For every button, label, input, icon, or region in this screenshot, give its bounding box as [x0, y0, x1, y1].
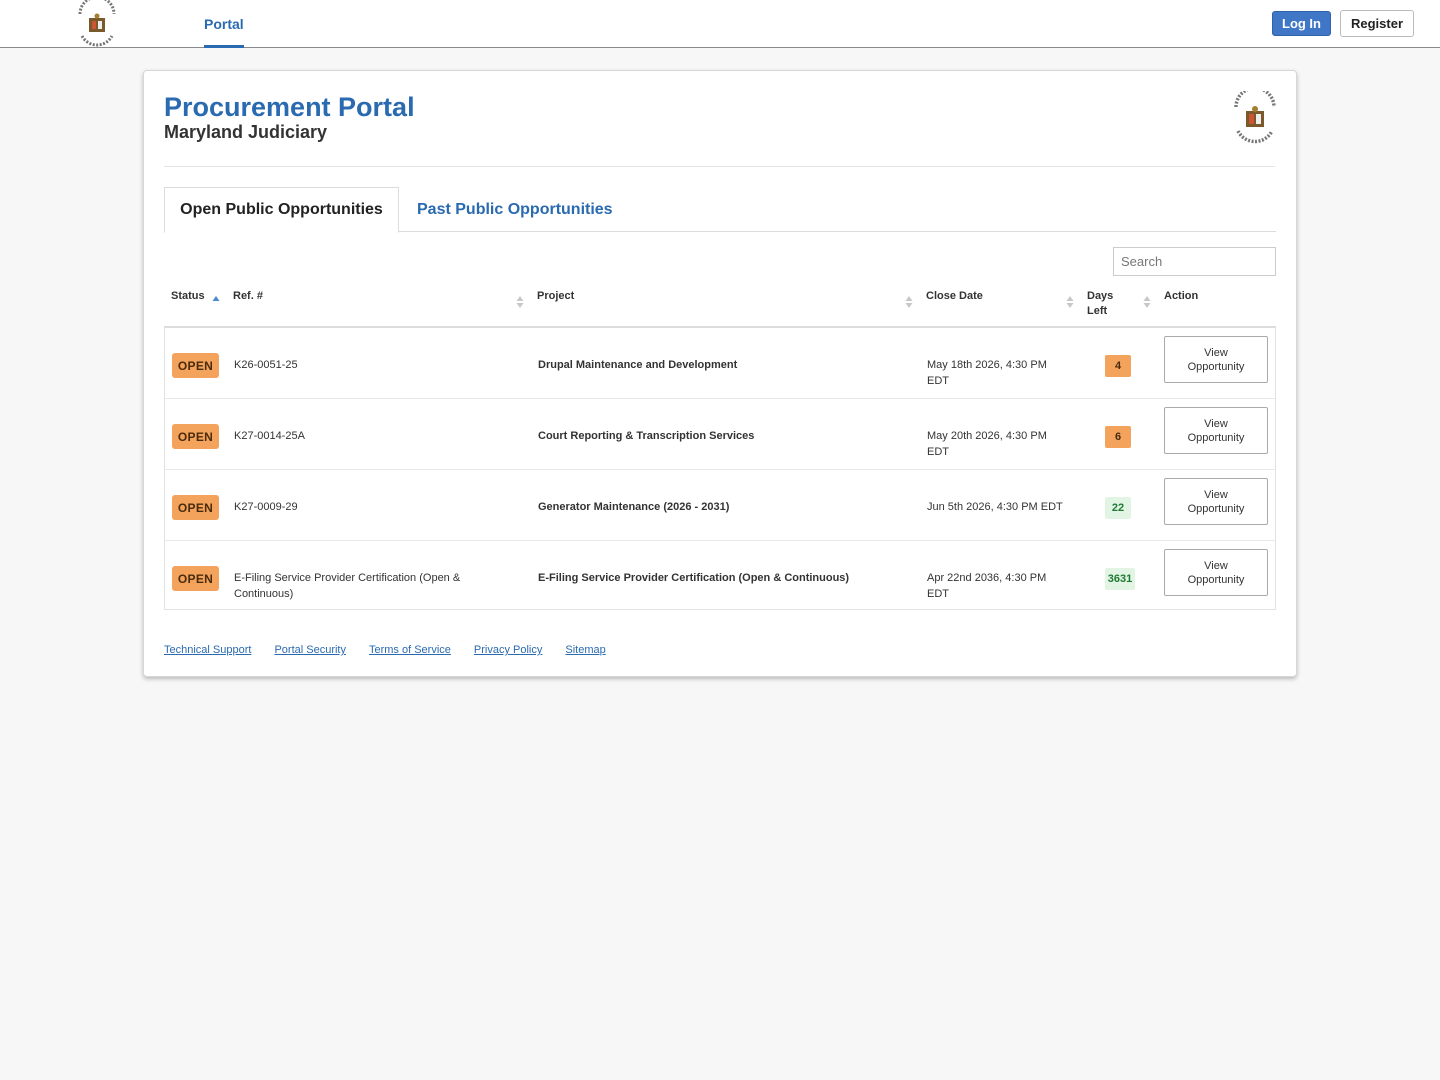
status-badge: OPEN: [172, 353, 219, 378]
sort-ascending-icon[interactable]: [212, 293, 220, 305]
sort-icon[interactable]: [1066, 296, 1074, 308]
status-badge: OPEN: [172, 495, 219, 520]
view-opportunity-button[interactable]: View Opportunity: [1164, 407, 1268, 454]
sort-icon[interactable]: [1143, 296, 1151, 308]
view-opportunity-button[interactable]: View Opportunity: [1164, 549, 1268, 596]
project-name: E-Filing Service Provider Certification …: [538, 572, 850, 584]
search-input[interactable]: [1113, 247, 1276, 276]
register-button[interactable]: Register: [1340, 10, 1414, 37]
close-date: May 18th 2026, 4:30 PM EDT: [927, 359, 1047, 387]
footer-link-technical-support[interactable]: Technical Support: [164, 644, 251, 656]
footer-link-privacy-policy[interactable]: Privacy Policy: [474, 644, 542, 656]
days-left-badge: 3631: [1105, 568, 1135, 590]
login-button[interactable]: Log In: [1272, 11, 1331, 36]
column-header-ref[interactable]: Ref. #: [233, 289, 263, 304]
header-divider: [164, 166, 1275, 167]
nav-tab-portal[interactable]: Portal: [204, 0, 244, 48]
footer-link-portal-security[interactable]: Portal Security: [274, 644, 346, 656]
top-nav: Portal Log In Register: [0, 0, 1440, 48]
table-row: OPEN E-Filing Service Provider Certifica…: [165, 540, 1275, 611]
days-left-badge: 4: [1105, 355, 1131, 377]
view-opportunity-button[interactable]: View Opportunity: [1164, 336, 1268, 383]
column-header-status[interactable]: Status: [171, 289, 205, 304]
project-name: Generator Maintenance (2026 - 2031): [538, 501, 730, 513]
column-header-days-left[interactable]: Days Left: [1087, 289, 1123, 319]
ref-number: K27-0009-29: [234, 501, 298, 513]
maryland-judiciary-seal-icon[interactable]: [74, 0, 120, 48]
ref-number: K26-0051-25: [234, 359, 298, 371]
page-title: Procurement Portal: [164, 92, 415, 122]
nav-tab-label: Portal: [204, 16, 244, 32]
page-subtitle: Maryland Judiciary: [164, 122, 328, 142]
project-name: Drupal Maintenance and Development: [538, 359, 738, 371]
view-opportunity-button[interactable]: View Opportunity: [1164, 478, 1268, 525]
tab-open-public-opportunities[interactable]: Open Public Opportunities: [164, 187, 399, 233]
table-row: OPEN K26-0051-25 Drupal Maintenance and …: [165, 328, 1275, 399]
footer-links: Technical Support Portal Security Terms …: [164, 644, 606, 656]
footer-link-sitemap[interactable]: Sitemap: [565, 644, 605, 656]
sort-icon[interactable]: [905, 296, 913, 308]
sort-icon[interactable]: [516, 296, 524, 308]
opportunities-table-body: OPEN K26-0051-25 Drupal Maintenance and …: [164, 328, 1276, 610]
column-header-project[interactable]: Project: [537, 289, 574, 304]
close-date: Apr 22nd 2036, 4:30 PM EDT: [927, 572, 1047, 600]
nav-tab-underline: [204, 45, 244, 48]
close-date: Jun 5th 2026, 4:30 PM EDT: [927, 501, 1063, 513]
column-header-close-date[interactable]: Close Date: [926, 289, 983, 304]
maryland-judiciary-seal-icon: [1234, 91, 1276, 144]
footer-link-terms-of-service[interactable]: Terms of Service: [369, 644, 451, 656]
days-left-badge: 6: [1105, 426, 1131, 448]
column-header-action: Action: [1164, 290, 1199, 302]
table-row: OPEN K27-0014-25A Court Reporting & Tran…: [165, 398, 1275, 469]
project-name: Court Reporting & Transcription Services: [538, 430, 755, 442]
tab-past-public-opportunities[interactable]: Past Public Opportunities: [417, 187, 613, 232]
status-badge: OPEN: [172, 566, 219, 591]
ref-number: K27-0014-25A: [234, 430, 305, 442]
close-date: May 20th 2026, 4:30 PM EDT: [927, 430, 1047, 458]
main-card: Procurement Portal Maryland Judiciary Op…: [143, 70, 1297, 677]
table-row: OPEN K27-0009-29 Generator Maintenance (…: [165, 469, 1275, 540]
ref-number: E-Filing Service Provider Certification …: [234, 572, 461, 600]
days-left-badge: 22: [1105, 497, 1131, 519]
status-badge: OPEN: [172, 424, 219, 449]
